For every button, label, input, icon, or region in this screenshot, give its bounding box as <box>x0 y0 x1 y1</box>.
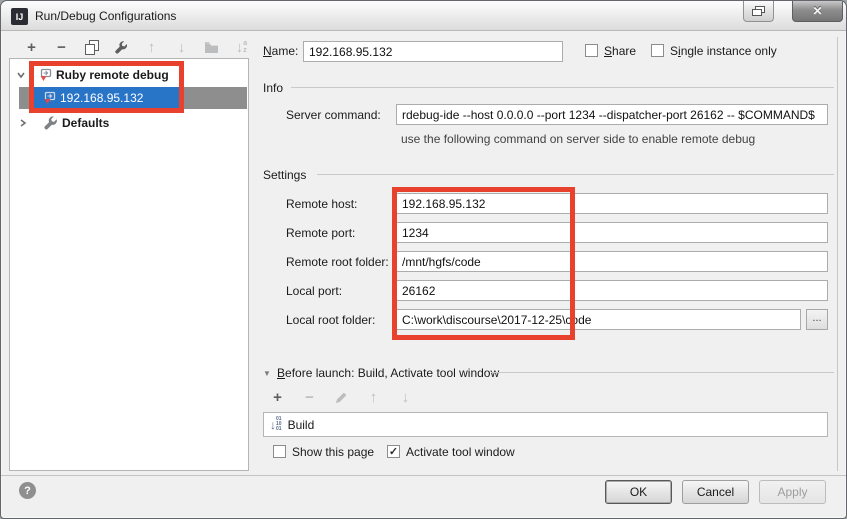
tree-item-defaults[interactable]: Defaults <box>17 115 109 131</box>
help-button[interactable]: ? <box>19 482 36 499</box>
collapse-triangle-icon[interactable]: ▼ <box>263 369 271 378</box>
run-debug-configurations-dialog: IJ Run/Debug Configurations ✕ + − ↑ ↓ ↓ … <box>0 0 847 519</box>
intellij-logo-icon: IJ <box>11 8 28 25</box>
tree-item-label: Defaults <box>62 116 110 130</box>
edit-defaults-button[interactable] <box>113 39 130 56</box>
pencil-icon <box>335 392 347 404</box>
question-mark-icon: ? <box>24 484 31 497</box>
share-label[interactable]: Share <box>604 44 636 58</box>
move-down-button[interactable]: ↓ <box>173 39 190 56</box>
remote-debug-icon <box>40 68 52 81</box>
activate-tool-window-checkbox[interactable]: ✓ <box>387 445 400 458</box>
single-instance-checkbox[interactable] <box>651 44 664 57</box>
wrench-icon <box>44 116 57 130</box>
show-this-page-checkbox[interactable] <box>273 445 286 458</box>
settings-section-header: Settings <box>263 168 307 182</box>
wrench-icon <box>115 40 128 54</box>
remove-configuration-button[interactable]: − <box>53 39 70 56</box>
chevron-right-icon[interactable] <box>17 118 28 129</box>
sort-configurations-button[interactable]: ↓ az <box>233 39 250 56</box>
tree-item-192-168-95-132[interactable]: 192.168.95.132 <box>41 90 143 106</box>
edit-task-button[interactable] <box>333 389 350 406</box>
browse-button[interactable]: ... <box>806 309 828 330</box>
ok-button[interactable]: OK <box>605 480 672 504</box>
local-root-folder-label: Local root folder: <box>286 313 376 327</box>
move-up-button[interactable]: ↑ <box>143 39 160 56</box>
local-port-label: Local port: <box>286 284 343 298</box>
remote-root-folder-label: Remote root folder: <box>286 255 389 269</box>
remote-port-label: Remote port: <box>286 226 356 240</box>
copy-configuration-button[interactable] <box>83 39 100 56</box>
remote-debug-icon <box>44 91 56 104</box>
add-task-button[interactable]: + <box>269 389 286 406</box>
before-launch-header[interactable]: Before launch: Build, Activate tool wind… <box>277 366 499 380</box>
settings-separator <box>317 174 834 175</box>
create-folder-button[interactable] <box>203 39 220 56</box>
title-bar[interactable]: IJ Run/Debug Configurations ✕ <box>1 1 846 31</box>
share-checkbox[interactable] <box>585 44 598 57</box>
tree-item-label: Ruby remote debug <box>56 68 169 82</box>
before-launch-separator <box>491 372 834 373</box>
move-task-up-button[interactable]: ↑ <box>365 389 382 406</box>
window-title: Run/Debug Configurations <box>35 9 177 23</box>
info-separator <box>291 87 834 88</box>
server-command-hint: use the following command on server side… <box>401 132 756 146</box>
folder-icon <box>205 41 218 53</box>
move-task-down-button[interactable]: ↓ <box>397 389 414 406</box>
restore-window-button[interactable] <box>743 1 774 22</box>
show-this-page-label[interactable]: Show this page <box>292 445 374 459</box>
close-icon: ✕ <box>812 4 823 18</box>
configurations-toolbar: + − ↑ ↓ ↓ az <box>23 38 250 56</box>
sort-az-icon: ↓ az <box>235 38 248 56</box>
chevron-down-icon[interactable] <box>15 70 26 81</box>
before-launch-toolbar: + − ↑ ↓ <box>269 389 414 406</box>
build-task-icon: ↓ 01 10 01 <box>270 416 282 432</box>
name-label: Name: <box>263 44 299 58</box>
info-section-header: Info <box>263 81 284 95</box>
apply-button[interactable]: Apply <box>759 480 826 504</box>
footer-separator <box>1 475 846 476</box>
build-task-label[interactable]: Build <box>288 418 315 432</box>
server-command-label: Server command: <box>286 108 381 122</box>
add-configuration-button[interactable]: + <box>23 39 40 56</box>
restore-icon <box>752 5 765 16</box>
remove-task-button[interactable]: − <box>301 389 318 406</box>
annotation-box-settings <box>392 187 575 340</box>
single-instance-label[interactable]: Single instance only <box>670 44 777 58</box>
copy-icon <box>84 39 99 55</box>
cancel-button[interactable]: Cancel <box>682 480 749 504</box>
tree-item-ruby-remote-debug[interactable]: Ruby remote debug <box>15 67 169 83</box>
server-command-field[interactable] <box>396 104 828 125</box>
scrollbar-track[interactable] <box>837 37 838 471</box>
before-launch-list: ↓ 01 10 01 Build <box>263 412 828 437</box>
close-window-button[interactable]: ✕ <box>792 1 843 22</box>
ellipsis-icon: ... <box>812 311 822 324</box>
name-input[interactable] <box>303 41 563 62</box>
activate-tool-window-label[interactable]: Activate tool window <box>406 445 515 459</box>
tree-item-label: 192.168.95.132 <box>60 91 144 105</box>
remote-host-label: Remote host: <box>286 197 358 211</box>
check-icon: ✓ <box>388 446 399 458</box>
